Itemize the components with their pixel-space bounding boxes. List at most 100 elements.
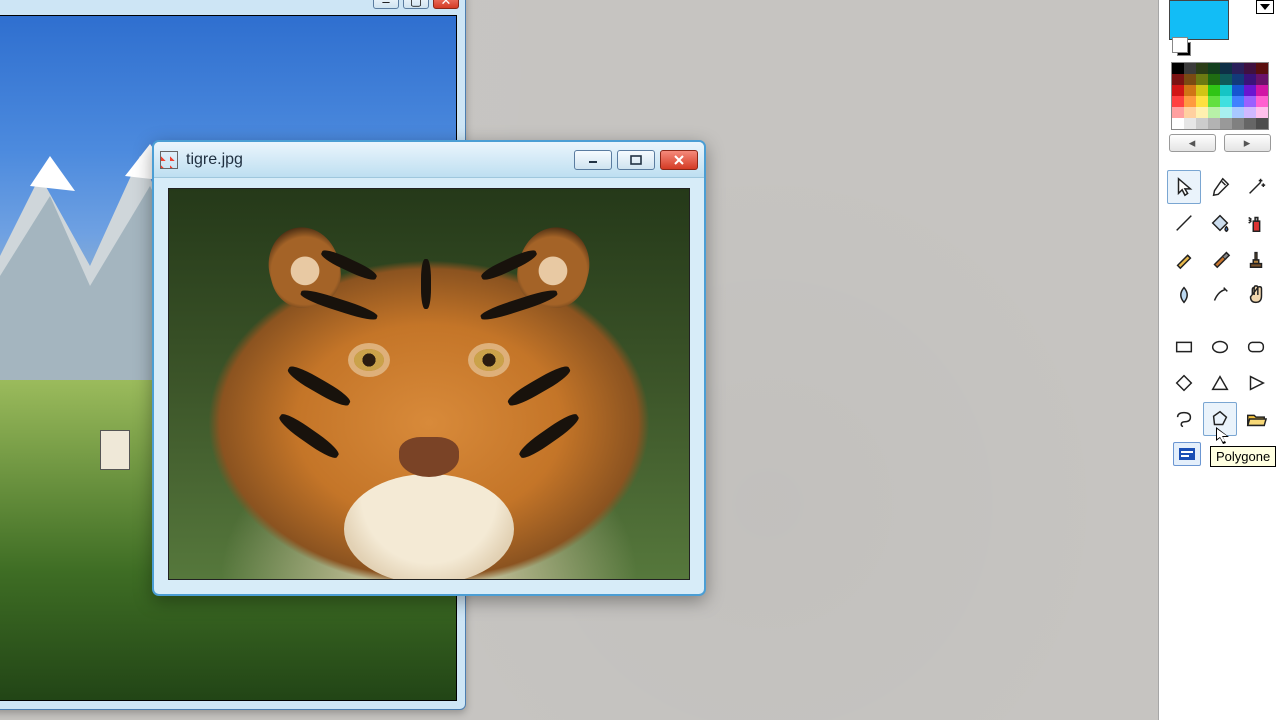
tool-panel: ◂ ▸ — [1158, 0, 1280, 720]
palette-color[interactable] — [1172, 96, 1184, 107]
palette-color[interactable] — [1220, 63, 1232, 74]
palette-color[interactable] — [1232, 85, 1244, 96]
rounded-rect-shape-button[interactable] — [1239, 330, 1273, 364]
palette-color[interactable] — [1196, 63, 1208, 74]
line-tool-button[interactable] — [1167, 206, 1201, 240]
palette-color[interactable] — [1244, 118, 1256, 129]
bg-maximize-button[interactable]: ▢ — [403, 0, 429, 9]
play-triangle-shape-button[interactable] — [1239, 366, 1273, 400]
stamp-icon — [1245, 248, 1267, 270]
rectangle-icon — [1173, 336, 1195, 358]
minimize-icon: – — [382, 0, 389, 9]
fill-tool-button[interactable] — [1203, 206, 1237, 240]
brush-icon — [1209, 248, 1231, 270]
maximize-button[interactable] — [617, 150, 655, 170]
palette-color[interactable] — [1196, 74, 1208, 85]
palette-color[interactable] — [1208, 96, 1220, 107]
palette-color[interactable] — [1220, 85, 1232, 96]
pointer-tool-button[interactable] — [1167, 170, 1201, 204]
palette-color[interactable] — [1196, 107, 1208, 118]
blur-tool-button[interactable] — [1167, 278, 1201, 312]
palette-color[interactable] — [1208, 107, 1220, 118]
palette-color[interactable] — [1244, 85, 1256, 96]
eyedropper-tool-button[interactable] — [1203, 170, 1237, 204]
stamp-tool-button[interactable] — [1239, 242, 1273, 276]
maximize-icon: ▢ — [410, 0, 422, 9]
palette-color[interactable] — [1172, 85, 1184, 96]
tool-grid — [1167, 170, 1273, 312]
palette-color[interactable] — [1184, 63, 1196, 74]
palette-color[interactable] — [1220, 96, 1232, 107]
palette-color[interactable] — [1184, 118, 1196, 129]
spray-tool-button[interactable] — [1239, 206, 1273, 240]
palette-color[interactable] — [1232, 118, 1244, 129]
fg-bg-swatch[interactable] — [1177, 42, 1191, 56]
palette-color[interactable] — [1184, 74, 1196, 85]
palette-color[interactable] — [1208, 85, 1220, 96]
close-button[interactable] — [660, 150, 698, 170]
palette-color[interactable] — [1256, 85, 1268, 96]
open-folder-icon — [1245, 408, 1267, 430]
titlebar[interactable]: tigre.jpg — [154, 142, 704, 178]
palette-color[interactable] — [1220, 74, 1232, 85]
palette-color[interactable] — [1244, 74, 1256, 85]
bg-close-button[interactable]: ✕ — [433, 0, 459, 9]
palette-color[interactable] — [1232, 107, 1244, 118]
blur-icon — [1173, 284, 1195, 306]
triangle-shape-button[interactable] — [1203, 366, 1237, 400]
text-icon — [1178, 447, 1196, 461]
palette-color[interactable] — [1196, 96, 1208, 107]
eyedropper-icon — [1209, 176, 1231, 198]
palette-color[interactable] — [1184, 85, 1196, 96]
smudge-tool-button[interactable] — [1203, 278, 1237, 312]
smudge-icon — [1209, 284, 1231, 306]
palette-color[interactable] — [1256, 74, 1268, 85]
open-folder-shape-button[interactable] — [1239, 402, 1273, 436]
palette-color[interactable] — [1256, 96, 1268, 107]
image-canvas[interactable] — [168, 188, 690, 580]
palette-color[interactable] — [1256, 118, 1268, 129]
diamond-shape-button[interactable] — [1167, 366, 1201, 400]
palette-color[interactable] — [1208, 63, 1220, 74]
window-title: tigre.jpg — [186, 151, 574, 169]
palette-color[interactable] — [1232, 63, 1244, 74]
color-palette — [1171, 62, 1269, 130]
palette-color[interactable] — [1172, 74, 1184, 85]
tigre-image-window: tigre.jpg — [152, 140, 706, 596]
text-tool-button[interactable] — [1173, 442, 1201, 466]
palette-color[interactable] — [1232, 96, 1244, 107]
palette-next-button[interactable]: ▸ — [1224, 134, 1271, 152]
palette-prev-button[interactable]: ◂ — [1169, 134, 1216, 152]
palette-color[interactable] — [1172, 107, 1184, 118]
palette-color[interactable] — [1208, 118, 1220, 129]
palette-color[interactable] — [1196, 85, 1208, 96]
rectangle-shape-button[interactable] — [1167, 330, 1201, 364]
palette-color[interactable] — [1220, 118, 1232, 129]
lasso-shape-button[interactable] — [1167, 402, 1201, 436]
palette-color[interactable] — [1172, 63, 1184, 74]
pencil-tool-button[interactable] — [1167, 242, 1201, 276]
polygon-shape-button[interactable] — [1203, 402, 1237, 436]
palette-color[interactable] — [1244, 96, 1256, 107]
palette-color[interactable] — [1184, 107, 1196, 118]
color-dropdown-button[interactable] — [1256, 0, 1274, 14]
palette-color[interactable] — [1256, 107, 1268, 118]
palette-color[interactable] — [1184, 96, 1196, 107]
palette-color[interactable] — [1244, 63, 1256, 74]
minimize-button[interactable] — [574, 150, 612, 170]
brush-tool-button[interactable] — [1203, 242, 1237, 276]
palette-color[interactable] — [1196, 118, 1208, 129]
current-color-swatch[interactable] — [1169, 0, 1229, 40]
hand-tool-button[interactable] — [1239, 278, 1273, 312]
minimize-icon — [586, 155, 600, 165]
palette-color[interactable] — [1256, 63, 1268, 74]
palette-color[interactable] — [1220, 107, 1232, 118]
magic-wand-tool-button[interactable] — [1239, 170, 1273, 204]
palette-color[interactable] — [1232, 74, 1244, 85]
palette-color[interactable] — [1208, 74, 1220, 85]
rounded-rect-icon — [1245, 336, 1267, 358]
bg-minimize-button[interactable]: – — [373, 0, 399, 9]
palette-color[interactable] — [1244, 107, 1256, 118]
ellipse-shape-button[interactable] — [1203, 330, 1237, 364]
palette-color[interactable] — [1172, 118, 1184, 129]
